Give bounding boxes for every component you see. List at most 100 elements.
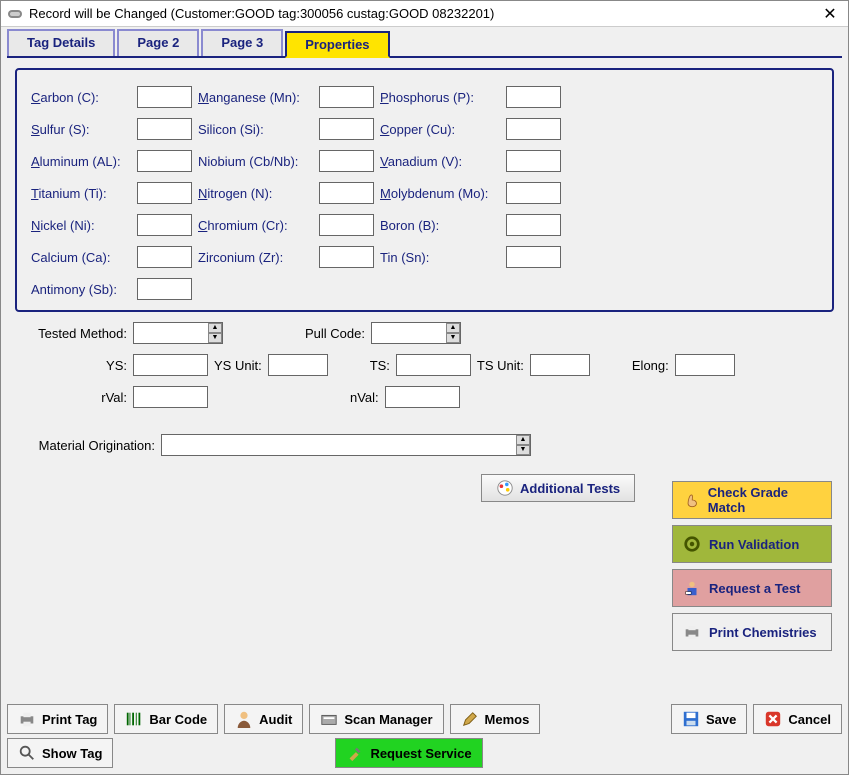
window-title: Record will be Changed (Customer:GOOD ta… [29,6,818,21]
person-icon [235,710,253,728]
chromium-label: Chromium (Cr): [198,218,313,233]
tab-page-3[interactable]: Page 3 [201,29,283,56]
tested-method-label: Tested Method: [15,326,127,341]
check-grade-match-label: Check Grade Match [708,485,821,515]
ts-unit-input[interactable] [530,354,590,376]
antimony-input[interactable] [137,278,192,300]
elong-label: Elong: [632,358,669,373]
print-chemistries-button[interactable]: Print Chemistries [672,613,832,651]
scan-manager-label: Scan Manager [344,712,432,727]
memos-button[interactable]: Memos [450,704,541,734]
carbon-label: Carbon (C): [31,90,131,105]
request-test-label: Request a Test [709,581,801,596]
pull-code-label: Pull Code: [305,326,365,341]
molybdenum-label: Molybdenum (Mo): [380,186,500,201]
chemistry-group: Carbon (C): Manganese (Mn): Phosphorus (… [15,68,834,312]
chromium-input[interactable] [319,214,374,236]
sulfur-label: Sulfur (S): [31,122,131,137]
material-origination-input[interactable] [161,434,531,456]
aluminum-input[interactable] [137,150,192,172]
vanadium-input[interactable] [506,150,561,172]
nickel-label: Nickel (Ni): [31,218,131,233]
niobium-input[interactable] [319,150,374,172]
material-origination-spinner[interactable]: ▲▼ [516,435,530,455]
memos-label: Memos [485,712,530,727]
vanadium-label: Vanadium (V): [380,154,500,169]
save-label: Save [706,712,736,727]
run-validation-label: Run Validation [709,537,799,552]
run-validation-button[interactable]: Run Validation [672,525,832,563]
silicon-input[interactable] [319,118,374,140]
tab-tag-details[interactable]: Tag Details [7,29,115,56]
boron-label: Boron (B): [380,218,500,233]
cancel-label: Cancel [788,712,831,727]
pen-icon [461,710,479,728]
sulfur-input[interactable] [137,118,192,140]
magnifier-icon [18,744,36,762]
tin-label: Tin (Sn): [380,250,500,265]
scanner-icon [320,710,338,728]
show-tag-button[interactable]: Show Tag [7,738,113,768]
printer-icon [18,710,36,728]
printer-icon [683,623,701,641]
nickel-input[interactable] [137,214,192,236]
tab-row: Tag Details Page 2 Page 3 Properties [7,29,842,58]
molybdenum-input[interactable] [506,182,561,204]
palette-icon [496,479,514,497]
phosphorus-label: Phosphorus (P): [380,90,500,105]
zirconium-input[interactable] [319,246,374,268]
nitrogen-label: Nitrogen (N): [198,186,313,201]
hand-ok-icon [683,491,700,509]
request-service-button[interactable]: Request Service [335,738,482,768]
titanium-input[interactable] [137,182,192,204]
zirconium-label: Zirconium (Zr): [198,250,313,265]
phosphorus-input[interactable] [506,86,561,108]
cancel-button[interactable]: Cancel [753,704,842,734]
ys-unit-input[interactable] [268,354,328,376]
check-grade-match-button[interactable]: Check Grade Match [672,481,832,519]
manganese-label: Manganese (Mn): [198,90,313,105]
elong-input[interactable] [675,354,735,376]
close-button[interactable]: ✕ [818,4,842,24]
boron-input[interactable] [506,214,561,236]
ys-input[interactable] [133,354,208,376]
calcium-input[interactable] [137,246,192,268]
ts-label: TS: [370,358,390,373]
bar-code-button[interactable]: Bar Code [114,704,218,734]
rval-input[interactable] [133,386,208,408]
worker-icon [683,579,701,597]
save-icon [682,710,700,728]
tab-properties[interactable]: Properties [285,31,389,58]
additional-tests-label: Additional Tests [520,481,620,496]
tin-input[interactable] [506,246,561,268]
print-chemistries-label: Print Chemistries [709,625,817,640]
additional-tests-button[interactable]: Additional Tests [481,474,635,502]
calcium-label: Calcium (Ca): [31,250,131,265]
save-button[interactable]: Save [671,704,747,734]
tab-page-2[interactable]: Page 2 [117,29,199,56]
print-tag-button[interactable]: Print Tag [7,704,108,734]
ts-input[interactable] [396,354,471,376]
print-tag-label: Print Tag [42,712,97,727]
manganese-input[interactable] [319,86,374,108]
scan-manager-button[interactable]: Scan Manager [309,704,443,734]
aluminum-label: Aluminum (AL): [31,154,131,169]
nval-input[interactable] [385,386,460,408]
pull-code-spinner[interactable]: ▲▼ [446,323,460,343]
niobium-label: Niobium (Cb/Nb): [198,154,313,169]
nitrogen-input[interactable] [319,182,374,204]
barcode-icon [125,710,143,728]
nval-label: nVal: [350,390,379,405]
audit-button[interactable]: Audit [224,704,303,734]
titanium-label: Titanium (Ti): [31,186,131,201]
ys-unit-label: YS Unit: [214,358,262,373]
app-icon [7,6,23,22]
tools-icon [346,744,364,762]
gear-icon [683,535,701,553]
antimony-label: Antimony (Sb): [31,282,131,297]
tested-method-spinner[interactable]: ▲▼ [208,323,222,343]
request-service-label: Request Service [370,746,471,761]
request-test-button[interactable]: Request a Test [672,569,832,607]
carbon-input[interactable] [137,86,192,108]
copper-input[interactable] [506,118,561,140]
